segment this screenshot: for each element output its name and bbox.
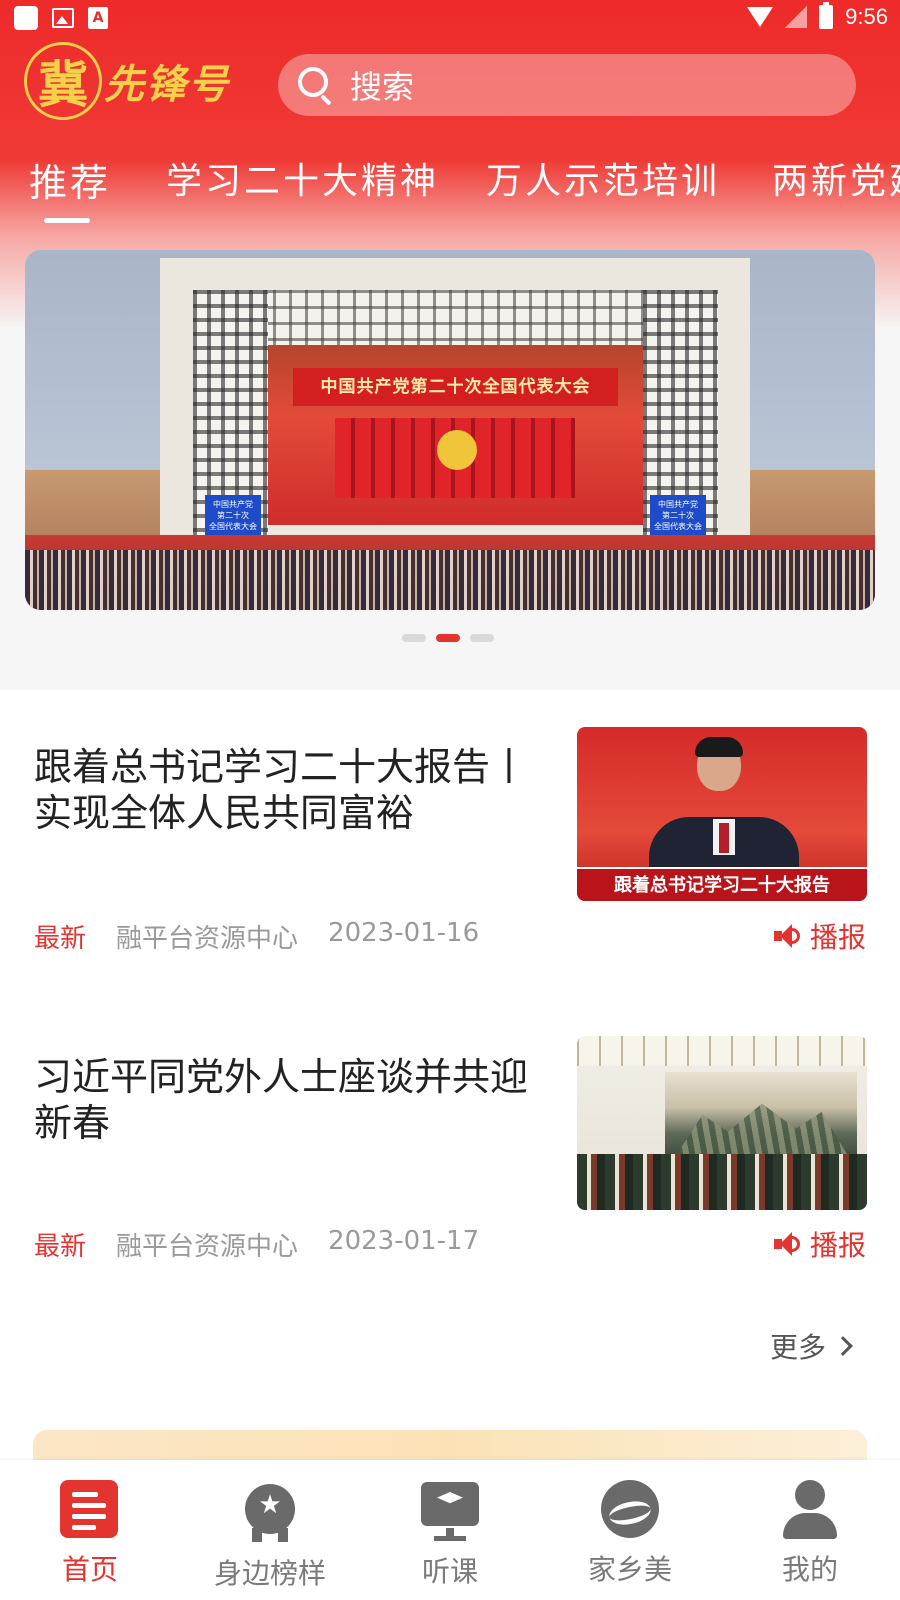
news-date: 2023-01-17 bbox=[328, 1226, 480, 1256]
clock: 9:56 bbox=[845, 4, 888, 29]
audience bbox=[25, 550, 875, 610]
nav-label: 我的 bbox=[781, 1553, 838, 1586]
news-item[interactable]: 习近平同党外人士座谈并共迎新春 最新 融平台资源中心 2023-01-17 播报 bbox=[0, 1008, 900, 1268]
user-icon bbox=[780, 1480, 840, 1540]
nav-mine[interactable]: 我的 bbox=[730, 1480, 890, 1588]
signal-icon bbox=[785, 6, 808, 28]
classroom-icon bbox=[420, 1482, 480, 1542]
tab-recommend[interactable]: 推荐 bbox=[29, 152, 111, 207]
nav-label: 首页 bbox=[61, 1553, 118, 1586]
more-label: 更多 bbox=[769, 1331, 826, 1364]
carousel-dot[interactable] bbox=[470, 634, 494, 642]
broadcast-label: 播报 bbox=[809, 921, 866, 954]
tag-latest: 最新 bbox=[34, 1232, 87, 1262]
news-source: 融平台资源中心 bbox=[116, 924, 299, 954]
badge-icon bbox=[240, 1484, 300, 1544]
thumbnail-caption: 跟着总书记学习二十大报告 bbox=[577, 867, 867, 901]
home-doc-icon bbox=[60, 1480, 120, 1540]
party-emblem-icon bbox=[437, 430, 477, 470]
search-icon bbox=[296, 65, 336, 106]
bottom-navigation: 首页 身边榜样 听课 家乡美 我的 bbox=[0, 1460, 900, 1600]
wifi-icon bbox=[747, 7, 774, 27]
active-tab-indicator bbox=[44, 218, 90, 223]
app-logo: 冀 先锋号 bbox=[24, 42, 230, 120]
tab-training[interactable]: 万人示范培训 bbox=[486, 152, 720, 204]
news-item[interactable]: 跟着总书记学习二十大报告丨实现全体人民共同富裕 跟着总书记学习二十大报告 最新 … bbox=[0, 700, 900, 960]
speaker-icon bbox=[773, 924, 802, 948]
carousel-dot[interactable] bbox=[402, 634, 426, 642]
broadcast-button[interactable]: 播报 bbox=[773, 1224, 866, 1264]
nav-label: 身边榜样 bbox=[213, 1557, 326, 1590]
tag-latest: 最新 bbox=[34, 924, 87, 954]
carousel-indicator bbox=[402, 634, 494, 642]
logo-text: 先锋号 bbox=[104, 61, 230, 108]
carousel-dot-active[interactable] bbox=[436, 634, 460, 642]
search-placeholder: 搜索 bbox=[350, 68, 415, 106]
banner-carousel[interactable]: 中国共产党第二十次全国代表大会 中国共产党 第二十次 全国代表大会 中国共产党 … bbox=[25, 250, 875, 610]
stage-banner-text: 中国共产党第二十次全国代表大会 bbox=[293, 368, 618, 406]
news-meta: 最新 融平台资源中心 2023-01-17 bbox=[34, 1226, 479, 1263]
news-title[interactable]: 习近平同党外人士座谈并共迎新春 bbox=[34, 1054, 534, 1146]
font-notification-icon: A bbox=[88, 7, 108, 29]
logo-seal: 冀 bbox=[24, 42, 102, 120]
category-tabs: 推荐 学习二十大精神 万人示范培训 两新党建 bbox=[0, 152, 900, 228]
tab-study-20th[interactable]: 学习二十大精神 bbox=[166, 152, 439, 204]
nav-hometown[interactable]: 家乡美 bbox=[550, 1480, 710, 1588]
news-source: 融平台资源中心 bbox=[116, 1232, 299, 1262]
nav-home[interactable]: 首页 bbox=[10, 1480, 170, 1588]
nav-label: 家乡美 bbox=[587, 1553, 672, 1586]
news-thumbnail[interactable] bbox=[577, 1036, 867, 1210]
image-notification-icon bbox=[52, 8, 74, 28]
speaker-icon bbox=[773, 1232, 802, 1256]
news-meta: 最新 融平台资源中心 2023-01-16 bbox=[34, 918, 479, 955]
broadcast-button[interactable]: 播报 bbox=[773, 916, 866, 956]
news-title[interactable]: 跟着总书记学习二十大报告丨实现全体人民共同富裕 bbox=[34, 744, 534, 836]
more-link[interactable]: 更多 bbox=[769, 1326, 853, 1366]
chevron-right-icon bbox=[833, 1336, 853, 1356]
status-bar: A 9:56 bbox=[0, 0, 900, 36]
nav-role-models[interactable]: 身边榜样 bbox=[190, 1480, 350, 1592]
notification-app-icon bbox=[14, 6, 38, 30]
tab-party-building[interactable]: 两新党建 bbox=[772, 152, 900, 204]
news-date: 2023-01-16 bbox=[328, 918, 480, 948]
nav-label: 听课 bbox=[421, 1555, 478, 1588]
news-thumbnail[interactable]: 跟着总书记学习二十大报告 bbox=[577, 727, 867, 901]
battery-icon bbox=[819, 2, 834, 29]
nav-lessons[interactable]: 听课 bbox=[370, 1480, 530, 1590]
hometown-icon bbox=[600, 1480, 660, 1540]
search-bar[interactable]: 搜索 bbox=[278, 54, 856, 116]
broadcast-label: 播报 bbox=[809, 1229, 866, 1262]
